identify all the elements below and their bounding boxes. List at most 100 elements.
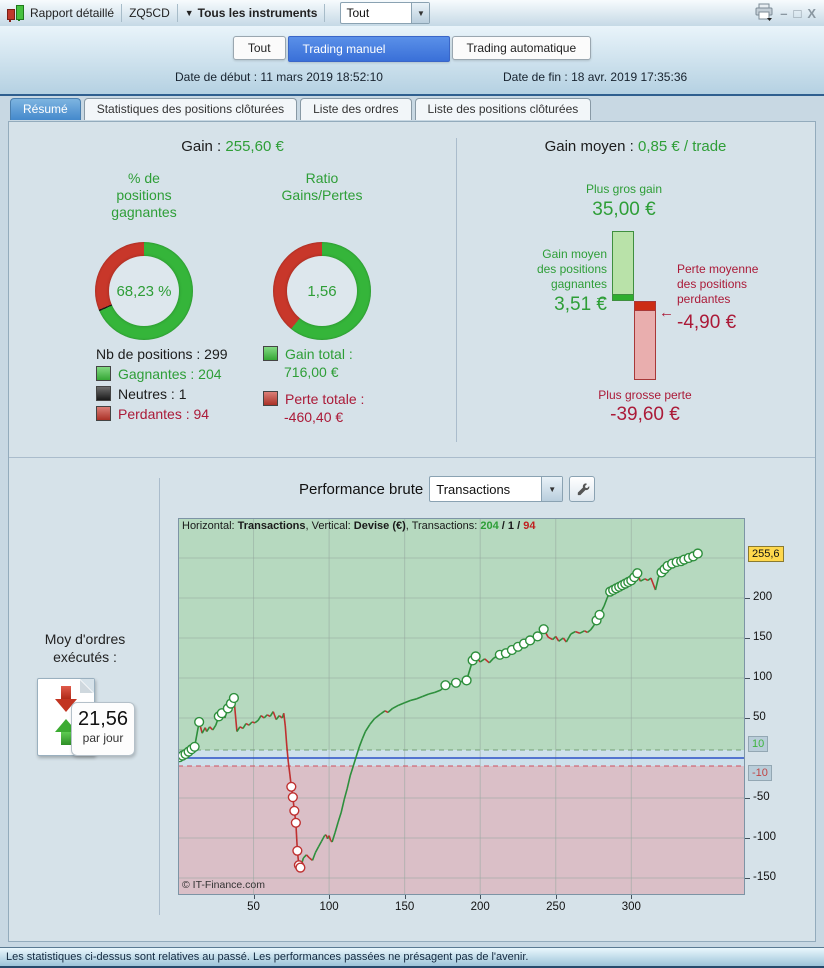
- max-gain-label: Plus gros gain: [585, 182, 663, 196]
- date-start: Date de début : 11 mars 2019 18:52:10: [175, 70, 383, 84]
- mode-button-manual[interactable]: Trading manuel: [287, 36, 450, 62]
- nb-positions: Nb de positions : 299: [96, 345, 228, 362]
- data-point-marker: [289, 805, 300, 816]
- gain-moyen-value: 0,85 € / trade: [637, 138, 727, 155]
- x-axis-label: 250: [546, 901, 566, 913]
- neutral-swatch: [96, 386, 111, 401]
- gain-headline: Gain : 255,60 €: [9, 138, 456, 155]
- data-point-marker: [290, 817, 301, 828]
- data-point-marker: [286, 781, 297, 792]
- x-axis-tick: [631, 895, 633, 899]
- tab-resume[interactable]: Résumé: [10, 98, 81, 120]
- avg-gain-label: Gain moyen des positions gagnantes: [536, 247, 607, 291]
- date-start-value: 11 mars 2019 18:52:10: [260, 70, 383, 84]
- y-axis-label: -100: [753, 831, 777, 843]
- x-axis-label: 200: [470, 901, 490, 913]
- upper-threshold-label: 10: [748, 736, 769, 752]
- chart-settings-button[interactable]: [569, 476, 596, 502]
- y-axis-label: 100: [753, 671, 773, 683]
- x-axis-label: 300: [621, 901, 641, 913]
- maximize-button[interactable]: □: [793, 6, 801, 21]
- performance-series-select[interactable]: Transactions ▼: [429, 476, 564, 502]
- avg-loss-label: Perte moyenne des positions perdantes: [677, 262, 759, 306]
- instruments-dropdown[interactable]: Tous les instruments: [198, 6, 318, 20]
- avg-orders-value: 21,56: [77, 708, 129, 730]
- data-point-marker: [692, 548, 703, 559]
- x-axis-tick: [480, 895, 482, 899]
- winners-swatch: [96, 366, 111, 381]
- chart-legend: Horizontal: Transactions, Vertical: Devi…: [182, 520, 536, 532]
- x-axis-tick: [404, 895, 406, 899]
- vertical-divider: [456, 138, 457, 442]
- tab-statistics[interactable]: Statistiques des positions clôturées: [83, 98, 298, 120]
- print-button[interactable]: [754, 3, 774, 24]
- data-point-marker: [450, 677, 462, 688]
- losers-swatch: [96, 406, 111, 421]
- data-point-marker: [470, 651, 481, 662]
- y-axis-tick: [745, 598, 750, 599]
- win-percentage-value: 68,23 %: [116, 282, 172, 300]
- y-axis-label: 50: [753, 711, 766, 723]
- gain-moyen-headline: Gain moyen : 0,85 € / trade: [456, 138, 815, 155]
- donut2-title: Ratio Gains/Pertes: [281, 170, 363, 203]
- data-point-marker: [461, 675, 472, 686]
- tab-orders[interactable]: Liste des ordres: [300, 98, 412, 120]
- donut1-title: % de positions gagnantes: [111, 170, 177, 220]
- x-axis-label: 50: [247, 901, 260, 913]
- performance-header: Performance brute Transactions ▼: [299, 476, 596, 502]
- date-end: Date de fin : 18 avr. 2019 17:35:36: [503, 70, 687, 84]
- totals-legend: Gain total : 716,00 € Perte totale : -46…: [263, 344, 364, 427]
- data-point-marker: [287, 792, 298, 803]
- avg-orders-value-box: 21,56 par jour: [71, 702, 135, 756]
- avg-gain-bar: [612, 293, 634, 301]
- gain-loss-ratio-donut: 1,56: [273, 242, 371, 340]
- filter-select[interactable]: Tout ▼: [340, 2, 431, 24]
- gain-moyen-label: Gain moyen :: [544, 138, 634, 155]
- date-start-label: Date de début :: [175, 70, 258, 84]
- win-percentage-donut: 68,23 %: [95, 242, 193, 340]
- filter-select-value: Tout: [346, 6, 370, 20]
- gain-loss-ratio-value: 1,56: [307, 282, 337, 300]
- performance-chart: [174, 518, 745, 895]
- data-point-marker: [194, 716, 205, 728]
- y-axis-tick: [745, 798, 750, 799]
- avg-gain-value: 3,51 €: [554, 294, 607, 315]
- data-point-marker: [292, 845, 303, 856]
- mode-button-all[interactable]: Tout: [232, 36, 286, 60]
- loss-total-swatch: [263, 391, 278, 406]
- y-axis-tick: [745, 638, 750, 639]
- legend-wins: 204: [480, 520, 499, 532]
- horizontal-divider: [9, 457, 815, 458]
- dropdown-arrow-icon[interactable]: ▼: [411, 3, 430, 23]
- printer-icon: [755, 3, 773, 21]
- x-axis-tick: [329, 895, 331, 899]
- dropdown-arrow-icon[interactable]: ▼: [541, 477, 563, 501]
- close-button[interactable]: X: [807, 6, 816, 21]
- tab-positions[interactable]: Liste des positions clôturées: [414, 98, 592, 120]
- avg-orders-label: Moy d'ordres exécutés :: [44, 631, 126, 665]
- data-point-marker: [440, 680, 451, 691]
- avg-orders-unit: par jour: [82, 731, 124, 745]
- mode-button-auto[interactable]: Trading automatique: [451, 36, 592, 60]
- header-zone: Tout Trading manuel Trading automatique …: [0, 26, 824, 96]
- x-axis-tick: [253, 895, 255, 899]
- gain-total-label: Gain total :: [285, 345, 353, 362]
- y-axis-label: -150: [753, 871, 777, 883]
- date-end-label: Date de fin :: [503, 70, 568, 84]
- instrument-code: ZQ5CD: [129, 6, 170, 20]
- vertical-divider-2: [159, 478, 160, 915]
- data-point-marker: [189, 741, 200, 752]
- gain-total-value: 716,00 €: [284, 364, 339, 380]
- report-window: Rapport détaillé ZQ5CD ▼ Tous les instru…: [0, 0, 824, 968]
- avg-gain-arrow-icon: →: [594, 288, 609, 305]
- window-title: Rapport détaillé: [30, 6, 115, 20]
- mode-button-group: Tout Trading manuel Trading automatique: [0, 36, 824, 62]
- max-loss-label: Plus grosse perte: [598, 388, 692, 402]
- minimize-button[interactable]: –: [780, 6, 787, 21]
- y-axis-label: 150: [753, 631, 773, 643]
- lower-threshold-label: -10: [748, 765, 772, 781]
- data-point-marker: [594, 609, 605, 620]
- equity-curve-svg: [174, 518, 745, 895]
- neutral-count: Neutres : 1: [118, 385, 187, 402]
- data-point-marker: [632, 568, 643, 579]
